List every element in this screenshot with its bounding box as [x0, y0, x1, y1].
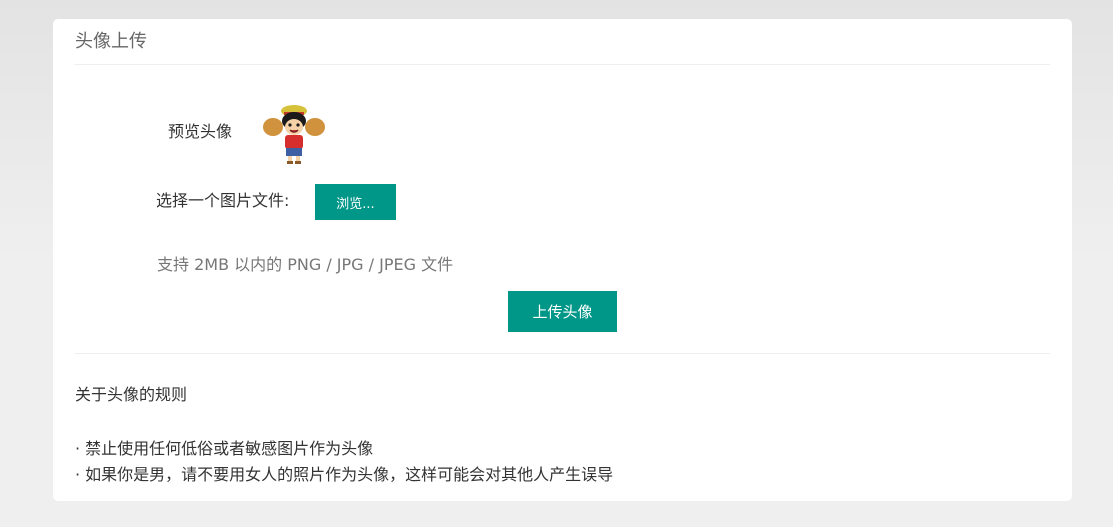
file-select-label: 选择一个图片文件: — [156, 191, 290, 210]
card-title: 头像上传 — [75, 31, 147, 52]
rules-list: · 禁止使用任何低俗或者敏感图片作为头像 · 如果你是男，请不要用女人的照片作为… — [75, 436, 613, 488]
rule-item: · 禁止使用任何低俗或者敏感图片作为头像 — [75, 439, 374, 458]
section-divider — [75, 353, 1050, 354]
rules-title: 关于头像的规则 — [75, 385, 188, 404]
browse-button[interactable]: 浏览... — [315, 184, 396, 220]
preview-label: 预览头像 — [168, 122, 233, 141]
avatar-preview-image — [263, 105, 325, 164]
file-format-hint: 支持 2MB 以内的 PNG / JPG / JPEG 文件 — [157, 255, 454, 274]
rule-item: · 如果你是男，请不要用女人的照片作为头像，这样可能会对其他人产生误导 — [75, 465, 614, 484]
title-divider — [75, 64, 1050, 65]
upload-avatar-button[interactable]: 上传头像 — [508, 291, 617, 332]
avatar-upload-card: 头像上传 预览头像 选择一个图片文件: 浏览... 支持 2MB 以内的 PNG… — [53, 19, 1072, 501]
